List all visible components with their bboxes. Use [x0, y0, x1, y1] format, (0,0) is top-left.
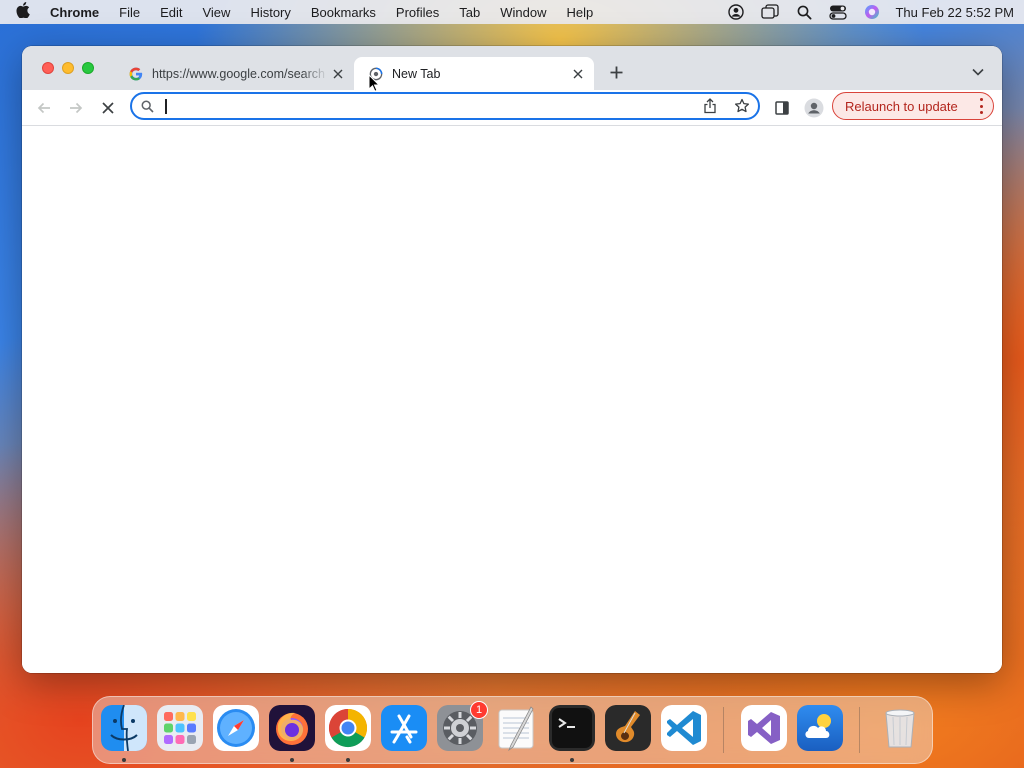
tab-strip: https://www.google.com/search New Tab — [22, 46, 1002, 90]
mouse-cursor-icon — [368, 74, 380, 92]
tab-close-button[interactable] — [328, 64, 348, 84]
tab-title: https://www.google.com/search — [152, 66, 325, 81]
browser-toolbar: Relaunch to update — [22, 90, 1002, 126]
menu-file[interactable]: File — [109, 5, 150, 20]
window-close-button[interactable] — [42, 62, 54, 74]
plus-icon — [610, 66, 622, 78]
omnibox-input[interactable] — [162, 95, 694, 117]
running-indicator — [290, 758, 294, 762]
dock-separator — [723, 707, 724, 753]
tab-new-tab[interactable]: New Tab — [354, 57, 594, 90]
window-controls — [42, 62, 94, 74]
google-g-icon — [128, 66, 144, 82]
profile-button[interactable] — [802, 96, 826, 120]
share-button[interactable] — [694, 98, 726, 114]
menu-help[interactable]: Help — [557, 5, 604, 20]
avatar-icon — [804, 98, 824, 118]
tab-search-button[interactable] — [968, 62, 988, 82]
notification-badge: 1 — [470, 701, 488, 719]
trash-icon[interactable] — [877, 705, 923, 751]
running-indicator — [570, 758, 574, 762]
running-indicator — [346, 758, 350, 762]
vscode-icon[interactable] — [661, 705, 707, 751]
back-button[interactable] — [34, 98, 54, 118]
menu-view[interactable]: View — [192, 5, 240, 20]
finder-icon[interactable] — [101, 705, 147, 751]
star-icon — [734, 98, 750, 113]
running-indicator — [122, 758, 126, 762]
siri-icon[interactable] — [855, 4, 889, 20]
control-center-icon[interactable] — [821, 4, 855, 20]
launchpad-icon[interactable] — [157, 705, 203, 751]
relaunch-to-update-button[interactable]: Relaunch to update — [832, 92, 994, 120]
bookmark-star-button[interactable] — [726, 98, 758, 114]
window-zoom-button[interactable] — [82, 62, 94, 74]
relaunch-label: Relaunch to update — [845, 98, 958, 114]
apple-menu-icon[interactable] — [0, 2, 40, 22]
browser-window: https://www.google.com/search New Tab Re… — [22, 46, 1002, 673]
tab-title: New Tab — [392, 66, 441, 81]
firefox-icon[interactable] — [269, 705, 315, 751]
text-caret — [165, 99, 167, 114]
spotlight-search-icon[interactable] — [787, 5, 821, 20]
close-icon — [102, 102, 114, 114]
tab-google-search[interactable]: https://www.google.com/search — [120, 57, 354, 90]
weather-icon[interactable] — [797, 705, 843, 751]
close-icon — [573, 69, 583, 78]
stop-loading-button[interactable] — [98, 98, 118, 118]
screen-mirroring-icon[interactable] — [753, 4, 787, 20]
visual-studio-icon[interactable] — [741, 705, 787, 751]
textedit-icon[interactable] — [493, 705, 539, 751]
arrow-right-icon — [70, 102, 83, 114]
menu-tab[interactable]: Tab — [449, 5, 490, 20]
share-icon — [704, 98, 716, 114]
app-store-icon[interactable] — [381, 705, 427, 751]
side-panel-button[interactable] — [772, 98, 792, 118]
menu-window[interactable]: Window — [490, 5, 556, 20]
window-minimize-button[interactable] — [62, 62, 74, 74]
more-vert-icon[interactable] — [977, 98, 985, 114]
new-tab-button[interactable] — [606, 62, 626, 82]
menu-app-name[interactable]: Chrome — [40, 5, 109, 20]
terminal-icon[interactable] — [549, 705, 595, 751]
safari-icon[interactable] — [213, 705, 259, 751]
chevron-down-icon — [972, 68, 984, 76]
menu-edit[interactable]: Edit — [150, 5, 192, 20]
dock: 1 — [92, 696, 933, 764]
arrow-left-icon — [37, 102, 50, 114]
garageband-icon[interactable] — [605, 705, 651, 751]
side-panel-icon — [775, 101, 789, 115]
tab-close-button[interactable] — [568, 64, 588, 84]
menu-bookmarks[interactable]: Bookmarks — [301, 5, 386, 20]
user-account-icon[interactable] — [719, 4, 753, 20]
dock-separator — [859, 707, 860, 753]
search-icon — [132, 100, 162, 113]
menu-bar: Chrome File Edit View History Bookmarks … — [0, 0, 1024, 24]
close-icon — [333, 69, 343, 78]
menu-history[interactable]: History — [240, 5, 300, 20]
page-content — [22, 126, 1002, 673]
chrome-icon[interactable] — [325, 705, 371, 751]
menu-clock[interactable]: Thu Feb 22 5:52 PM — [889, 5, 1014, 20]
address-bar[interactable] — [130, 92, 760, 120]
forward-button[interactable] — [66, 98, 86, 118]
menu-profiles[interactable]: Profiles — [386, 5, 449, 20]
